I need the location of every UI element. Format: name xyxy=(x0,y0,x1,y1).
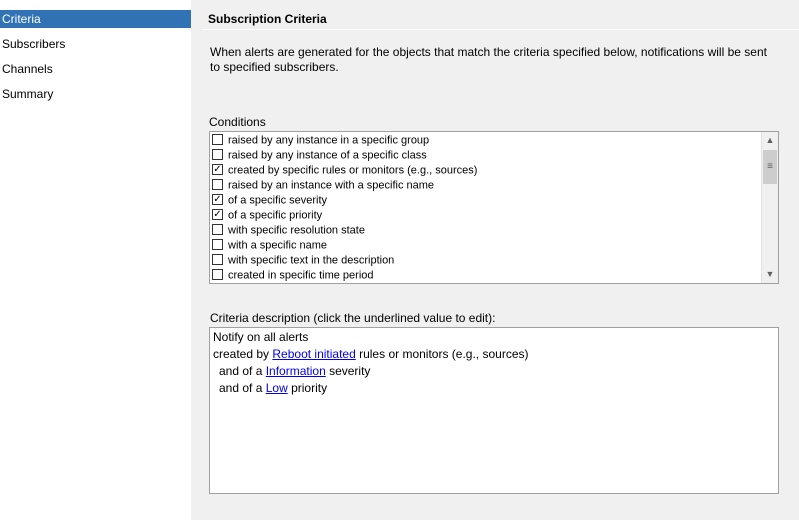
condition-label: with a specific name xyxy=(228,239,328,252)
intro-text: When alerts are generated for the object… xyxy=(210,45,767,74)
condition-label: raised by any instance in a specific gro… xyxy=(228,134,430,147)
conditions-label: Conditions xyxy=(209,115,266,129)
condition-checkbox[interactable] xyxy=(212,179,223,191)
condition-row[interactable]: created in specific time period xyxy=(212,268,374,283)
criteria-text: priority xyxy=(287,381,328,395)
condition-row[interactable]: raised by any instance of a specific cla… xyxy=(212,148,427,163)
criteria-line-severity: and of a Information severity xyxy=(219,363,370,380)
conditions-scrollbar[interactable]: ▲ ≡ ▼ xyxy=(761,132,778,283)
condition-checkbox[interactable] xyxy=(212,224,223,236)
condition-checkbox[interactable]: ✓ xyxy=(212,164,223,176)
scroll-thumb[interactable]: ≡ xyxy=(763,150,777,184)
condition-checkbox[interactable] xyxy=(212,269,223,281)
nav-item-criteria[interactable]: Criteria xyxy=(0,10,191,28)
nav-item-summary[interactable]: Summary xyxy=(0,85,191,103)
condition-checkbox[interactable] xyxy=(212,239,223,251)
criteria-text: severity xyxy=(325,364,371,378)
condition-row[interactable]: raised by any instance in a specific gro… xyxy=(212,133,429,148)
nav-item-subscribers[interactable]: Subscribers xyxy=(0,35,191,53)
condition-label: raised by an instance with a specific na… xyxy=(228,179,435,192)
conditions-list[interactable]: raised by any instance in a specific gro… xyxy=(209,131,779,284)
main-panel: Subscription Criteria When alerts are ge… xyxy=(191,0,799,520)
condition-label: raised by any instance of a specific cla… xyxy=(228,149,427,162)
condition-row[interactable]: ✓ of a specific severity xyxy=(212,193,327,208)
rule-link[interactable]: Reboot initiated xyxy=(272,347,355,361)
condition-row[interactable]: ✓ created by specific rules or monitors (… xyxy=(212,163,477,178)
condition-row[interactable]: raised by an instance with a specific na… xyxy=(212,178,434,193)
nav-item-channels[interactable]: Channels xyxy=(0,60,191,78)
scroll-down-icon[interactable]: ▼ xyxy=(762,266,778,283)
criteria-line-notify: Notify on all alerts xyxy=(213,330,309,344)
condition-label: with specific resolution state xyxy=(228,224,365,237)
condition-checkbox[interactable] xyxy=(212,134,223,146)
criteria-description-box: Notify on all alerts created by Reboot i… xyxy=(209,327,779,494)
condition-label: with specific text in the description xyxy=(228,254,395,267)
condition-checkbox[interactable]: ✓ xyxy=(212,209,223,221)
condition-label: created by specific rules or monitors (e… xyxy=(228,164,478,177)
condition-row[interactable]: ✓ of a specific priority xyxy=(212,208,322,223)
condition-label: of a specific priority xyxy=(228,209,323,222)
criteria-text: and of a xyxy=(219,381,266,395)
condition-checkbox[interactable] xyxy=(212,254,223,266)
page-title: Subscription Criteria xyxy=(208,12,327,26)
criteria-text: rules or monitors (e.g., sources) xyxy=(355,347,529,361)
criteria-text: and of a xyxy=(219,364,266,378)
condition-row[interactable]: with a specific name xyxy=(212,238,327,253)
title-divider xyxy=(203,29,799,30)
condition-label: of a specific severity xyxy=(228,194,328,207)
condition-checkbox[interactable] xyxy=(212,149,223,161)
criteria-line-priority: and of a Low priority xyxy=(219,380,327,397)
condition-label: created in specific time period xyxy=(228,269,374,282)
wizard-nav: Criteria Subscribers Channels Summary xyxy=(0,0,191,520)
condition-checkbox[interactable]: ✓ xyxy=(212,194,223,206)
condition-row[interactable]: with specific text in the description xyxy=(212,253,394,268)
condition-row[interactable]: with specific resolution state xyxy=(212,223,365,238)
grip-icon: ≡ xyxy=(767,161,773,172)
criteria-text: created by xyxy=(213,347,273,361)
scroll-up-icon[interactable]: ▲ xyxy=(762,132,778,149)
severity-link[interactable]: Information xyxy=(266,364,326,378)
criteria-label: Criteria description (click the underlin… xyxy=(210,311,496,325)
criteria-line-created-by: created by Reboot initiated rules or mon… xyxy=(213,346,529,363)
priority-link[interactable]: Low xyxy=(266,381,288,395)
